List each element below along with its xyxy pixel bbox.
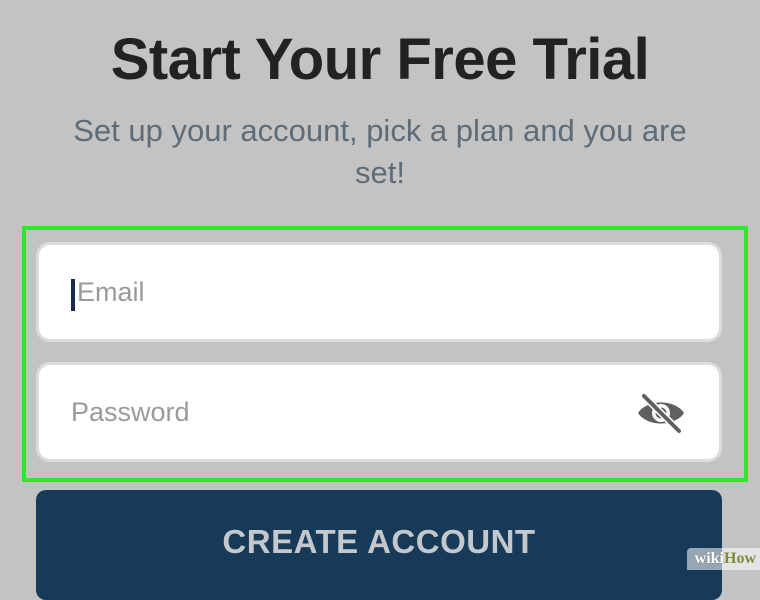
password-field[interactable]: Password [36,362,722,462]
page-subtitle: Set up your account, pick a plan and you… [73,113,687,190]
page-title: Start Your Free Trial [110,27,650,92]
email-field[interactable]: Email [36,242,722,342]
email-placeholder: Email [77,277,145,307]
text-cursor [71,279,75,311]
create-account-button[interactable]: CREATE ACCOUNT [36,490,722,600]
watermark: wikiHow [686,548,760,570]
eye-slash-icon[interactable] [635,393,687,433]
password-placeholder: Password [71,397,190,427]
